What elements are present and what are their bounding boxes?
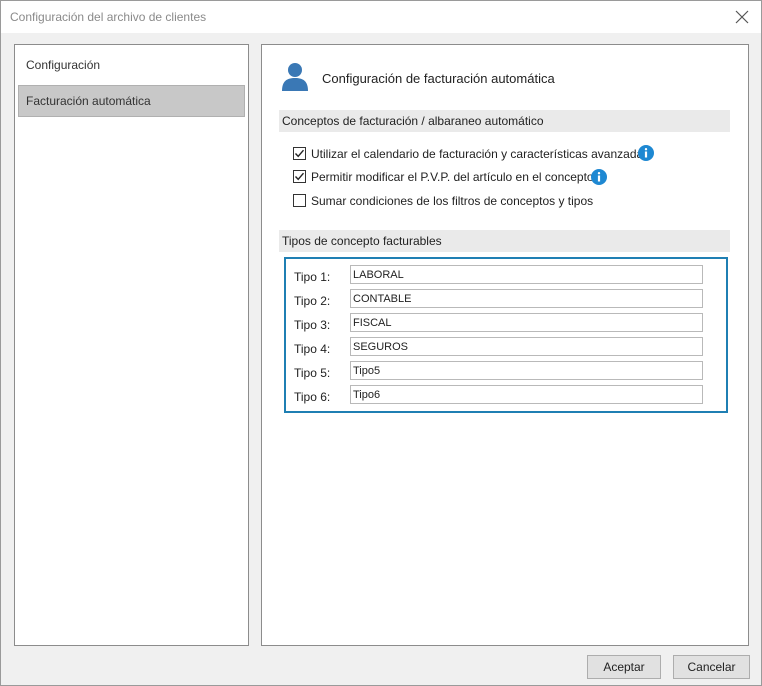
tipo-1-input[interactable]: [350, 265, 703, 284]
tipo-3-input[interactable]: [350, 313, 703, 332]
tipo-2-input[interactable]: [350, 289, 703, 308]
checkbox-label: Permitir modificar el P.V.P. del artícul…: [311, 170, 594, 184]
tipo-6-input[interactable]: [350, 385, 703, 404]
tipo-row: Tipo 1:: [286, 265, 726, 287]
info-icon[interactable]: [638, 145, 654, 161]
window-title: Configuración del archivo de clientes: [10, 10, 207, 24]
sidebar-item-configuracion[interactable]: Configuración: [18, 49, 245, 81]
section-header-conceptos: Conceptos de facturación / albaraneo aut…: [279, 110, 730, 132]
dialog-window: Configuración del archivo de clientes Co…: [0, 0, 762, 686]
checkmark-icon: [294, 172, 305, 181]
sidebar-item-facturacion-automatica[interactable]: Facturación automática: [18, 85, 245, 117]
tipo-label: Tipo 1:: [294, 270, 331, 284]
checkbox-label: Utilizar el calendario de facturación y …: [311, 147, 650, 161]
tipo-5-input[interactable]: [350, 361, 703, 380]
section-header-tipos: Tipos de concepto facturables: [279, 230, 730, 252]
title-bar: Configuración del archivo de clientes: [1, 1, 761, 33]
close-icon: [735, 10, 749, 24]
tipo-label: Tipo 4:: [294, 342, 331, 356]
tipo-label: Tipo 3:: [294, 318, 331, 332]
page-title: Configuración de facturación automática: [322, 71, 555, 86]
checkbox-modificar-pvp[interactable]: [293, 170, 306, 183]
tipo-4-input[interactable]: [350, 337, 703, 356]
sidebar: Configuración Facturación automática: [14, 44, 249, 646]
cancel-button[interactable]: Cancelar: [673, 655, 750, 679]
info-icon[interactable]: [591, 169, 607, 185]
tipo-label: Tipo 5:: [294, 366, 331, 380]
user-icon: [282, 63, 308, 91]
checkbox-sumar-condiciones[interactable]: [293, 194, 306, 207]
tipos-group: Tipo 1: Tipo 2: Tipo 3: Tipo 4: Tipo 5: …: [284, 257, 728, 413]
tipo-row: Tipo 6:: [286, 385, 726, 407]
checkbox-calendario[interactable]: [293, 147, 306, 160]
tipo-row: Tipo 3:: [286, 313, 726, 335]
tipo-label: Tipo 6:: [294, 390, 331, 404]
tipo-row: Tipo 2:: [286, 289, 726, 311]
tipo-row: Tipo 5:: [286, 361, 726, 383]
checkmark-icon: [294, 149, 305, 158]
close-button[interactable]: [729, 4, 755, 30]
tipo-label: Tipo 2:: [294, 294, 331, 308]
checkbox-label: Sumar condiciones de los filtros de conc…: [311, 194, 594, 208]
accept-button[interactable]: Aceptar: [587, 655, 661, 679]
tipo-row: Tipo 4:: [286, 337, 726, 359]
main-panel: Configuración de facturación automática …: [261, 44, 749, 646]
